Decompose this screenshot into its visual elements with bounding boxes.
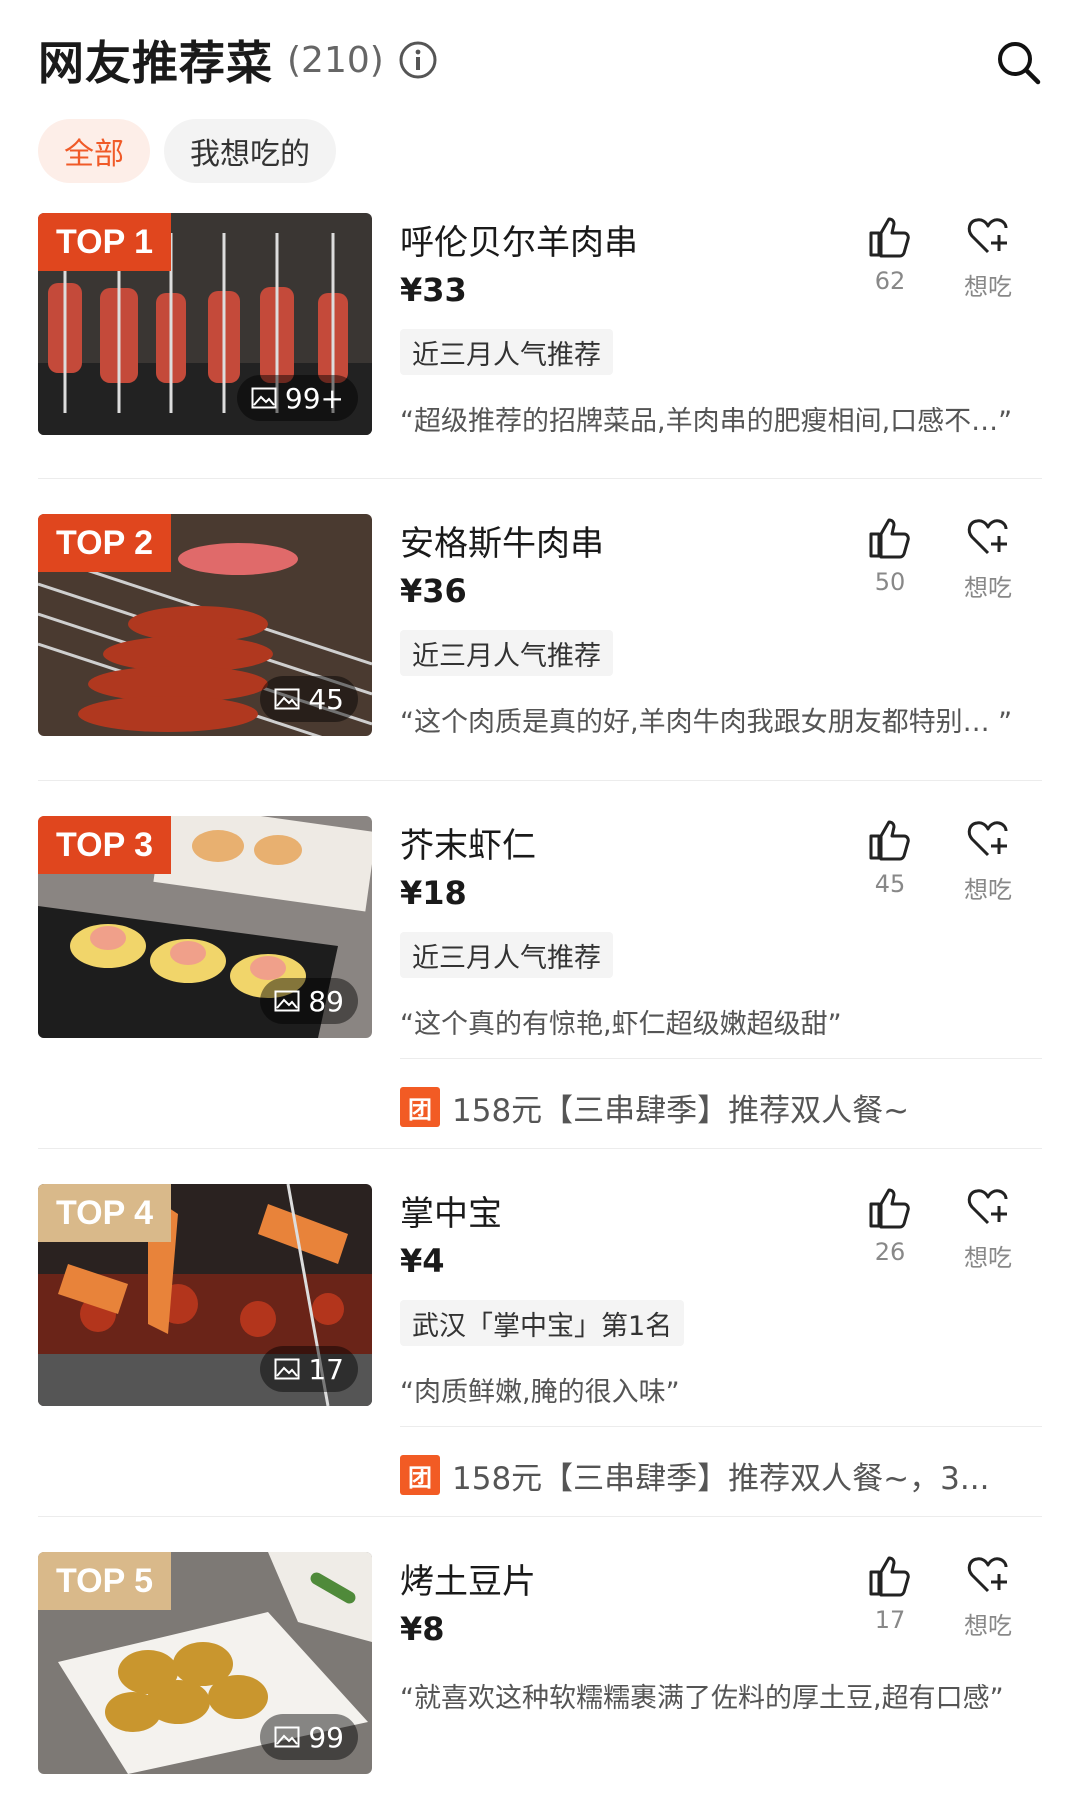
thumbs-up-icon — [869, 518, 910, 559]
deal-link[interactable]: 团 158元【三串肆季】推荐双人餐~ — [400, 1084, 909, 1130]
group-deal-icon: 团 — [400, 1455, 440, 1495]
dish-tag: 近三月人气推荐 — [400, 932, 613, 978]
dish-item[interactable]: TOP 5 99 烤土豆片 ¥8 “就喜欢这种软糯糯裹满了佐料的厚土豆,超有口感… — [38, 1552, 1042, 1774]
dish-photo[interactable]: TOP 1 99+ — [38, 213, 372, 435]
page-header: 网友推荐菜 (210) — [38, 24, 1042, 96]
thumbs-up-icon — [869, 217, 910, 258]
dish-name: 烤土豆片 — [400, 1562, 536, 1602]
dish-photo[interactable]: TOP 5 99 — [38, 1552, 372, 1774]
like-button[interactable]: 45 — [850, 816, 930, 898]
thumbs-up-icon — [869, 820, 910, 861]
dish-review: “这个肉质是真的好,羊肉牛肉我跟女朋友都特别… ” — [400, 707, 1013, 738]
divider — [38, 1148, 1042, 1149]
dish-price: ¥8 — [400, 1610, 445, 1648]
dish-item[interactable]: TOP 4 17 掌中宝 ¥4 武汉「掌中宝」第1名 “肉质鲜嫩,腌的很入味” … — [38, 1184, 1042, 1408]
dish-tag: 近三月人气推荐 — [400, 630, 613, 676]
want-button[interactable]: 想吃 — [948, 816, 1028, 905]
dish-count: (210) — [287, 39, 384, 81]
want-label: 想吃 — [964, 1612, 1012, 1640]
image-icon — [251, 387, 277, 409]
rank-badge: TOP 5 — [38, 1552, 172, 1610]
dish-photo[interactable]: TOP 3 89 — [38, 816, 372, 1038]
want-button[interactable]: 想吃 — [948, 1552, 1028, 1641]
photo-count: 99+ — [236, 375, 358, 421]
thumbs-up-icon — [869, 1556, 910, 1597]
image-icon — [274, 688, 300, 710]
dish-review: “超级推荐的招牌菜品,羊肉串的肥瘦相间,口感不…” — [400, 406, 1013, 437]
want-label: 想吃 — [964, 1244, 1012, 1272]
divider — [38, 478, 1042, 479]
search-icon[interactable] — [994, 38, 1042, 86]
dish-photo[interactable]: TOP 4 17 — [38, 1184, 372, 1406]
filter-want[interactable]: 我想吃的 — [164, 119, 336, 183]
dish-tag: 武汉「掌中宝」第1名 — [400, 1300, 685, 1346]
deal-link[interactable]: 团 158元【三串肆季】推荐双人餐~，3... — [400, 1452, 989, 1498]
page-title: 网友推荐菜 — [38, 36, 273, 90]
divider — [400, 1058, 1042, 1059]
like-button[interactable]: 62 — [850, 213, 930, 295]
divider — [400, 1426, 1042, 1427]
image-icon — [274, 1358, 300, 1380]
heart-plus-icon — [967, 1557, 1008, 1593]
dish-name: 掌中宝 — [400, 1194, 502, 1234]
like-button[interactable]: 17 — [850, 1552, 930, 1634]
dish-price: ¥36 — [400, 572, 467, 610]
dish-item[interactable]: TOP 2 45 安格斯牛肉串 ¥36 近三月人气推荐 “这个肉质是真的好,羊肉… — [38, 514, 1042, 738]
like-count: 50 — [874, 568, 906, 596]
dish-photo[interactable]: TOP 2 45 — [38, 514, 372, 736]
heart-plus-icon — [967, 519, 1008, 555]
dish-item[interactable]: TOP 1 99+ 呼伦贝尔羊肉串 ¥33 近三月人气推荐 “超级推荐的招牌菜品… — [38, 213, 1042, 437]
like-button[interactable]: 50 — [850, 514, 930, 596]
divider — [38, 1516, 1042, 1517]
want-label: 想吃 — [964, 574, 1012, 602]
info-icon[interactable] — [398, 40, 438, 80]
photo-count: 89 — [260, 978, 358, 1024]
heart-plus-icon — [967, 218, 1008, 254]
dish-tag: 近三月人气推荐 — [400, 329, 613, 375]
deal-text: 158元【三串肆季】推荐双人餐~，3... — [452, 1460, 990, 1497]
want-label: 想吃 — [964, 876, 1012, 904]
image-icon — [274, 990, 300, 1012]
filter-chips: 全部 我想吃的 — [38, 119, 336, 183]
want-label: 想吃 — [964, 273, 1012, 301]
dish-name: 安格斯牛肉串 — [400, 524, 604, 564]
like-count: 62 — [874, 267, 906, 295]
image-icon — [274, 1726, 300, 1748]
dish-price: ¥4 — [400, 1242, 445, 1280]
like-count: 45 — [874, 870, 906, 898]
want-button[interactable]: 想吃 — [948, 213, 1028, 302]
photo-count: 45 — [260, 676, 358, 722]
rank-badge: TOP 1 — [38, 213, 172, 271]
want-button[interactable]: 想吃 — [948, 1184, 1028, 1273]
dish-name: 呼伦贝尔羊肉串 — [400, 223, 638, 263]
like-count: 26 — [874, 1238, 906, 1266]
rank-badge: TOP 4 — [38, 1184, 172, 1242]
like-button[interactable]: 26 — [850, 1184, 930, 1266]
group-deal-icon: 团 — [400, 1087, 440, 1127]
filter-all[interactable]: 全部 — [38, 119, 150, 183]
dish-review: “这个真的有惊艳,虾仁超级嫩超级甜” — [400, 1009, 842, 1040]
heart-plus-icon — [967, 1189, 1008, 1225]
deal-text: 158元【三串肆季】推荐双人餐~ — [452, 1092, 910, 1129]
photo-count: 17 — [260, 1346, 358, 1392]
thumbs-up-icon — [869, 1188, 910, 1229]
dish-item[interactable]: TOP 3 89 芥末虾仁 ¥18 近三月人气推荐 “这个真的有惊艳,虾仁超级嫩… — [38, 816, 1042, 1040]
dish-name: 芥末虾仁 — [400, 826, 536, 866]
rank-badge: TOP 2 — [38, 514, 172, 572]
want-button[interactable]: 想吃 — [948, 514, 1028, 603]
dish-review: “就喜欢这种软糯糯裹满了佐料的厚土豆,超有口感” — [400, 1683, 1004, 1714]
divider — [38, 780, 1042, 781]
like-count: 17 — [874, 1606, 906, 1634]
heart-plus-icon — [967, 821, 1008, 857]
photo-count: 99 — [260, 1714, 358, 1760]
dish-price: ¥18 — [400, 874, 467, 912]
dish-review: “肉质鲜嫩,腌的很入味” — [400, 1377, 680, 1408]
rank-badge: TOP 3 — [38, 816, 172, 874]
dish-price: ¥33 — [400, 271, 467, 309]
